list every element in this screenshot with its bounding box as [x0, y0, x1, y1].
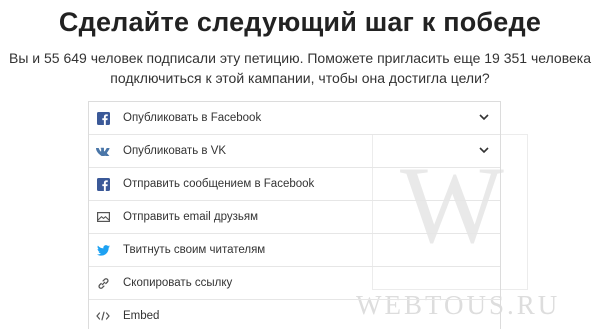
share-options-list: Опубликовать в Facebook Опубликовать в V…	[88, 101, 501, 329]
summary-line-1: Вы и 55 649 человек подписали эту петици…	[9, 50, 591, 66]
copy-link[interactable]: Скопировать ссылку	[89, 267, 500, 299]
chevron-down-icon[interactable]	[478, 144, 490, 156]
embed-option[interactable]: Embed	[89, 300, 500, 332]
vk-icon	[96, 144, 110, 158]
facebook-icon	[96, 111, 110, 125]
share-vk-post[interactable]: Опубликовать в VK	[89, 135, 500, 167]
share-twitter[interactable]: Твитнуть своим читателям	[89, 234, 500, 266]
page-title: Сделайте следующий шаг к победе	[58, 7, 542, 37]
share-option-label: Опубликовать в Facebook	[123, 112, 262, 124]
facebook-icon	[96, 177, 110, 191]
chevron-down-icon[interactable]	[478, 111, 490, 123]
share-email[interactable]: Отправить email друзьям	[89, 201, 500, 233]
share-option-label: Отправить сообщением в Facebook	[123, 178, 315, 190]
share-option-label: Опубликовать в VK	[123, 145, 227, 157]
share-option-label: Embed	[123, 310, 160, 322]
summary-line-2: подключиться к этой кампании, чтобы она …	[110, 70, 490, 86]
share-option-label: Твитнуть своим читателям	[123, 244, 266, 256]
share-facebook-post[interactable]: Опубликовать в Facebook	[89, 102, 500, 134]
twitter-icon	[96, 243, 110, 257]
share-option-label: Отправить email друзьям	[123, 211, 259, 223]
share-facebook-message[interactable]: Отправить сообщением в Facebook	[89, 168, 500, 200]
link-icon	[96, 276, 110, 290]
share-option-label: Скопировать ссылку	[123, 277, 233, 289]
petition-summary: Вы и 55 649 человек подписали эту петици…	[0, 48, 600, 88]
email-icon	[96, 210, 110, 224]
embed-icon	[96, 309, 110, 323]
